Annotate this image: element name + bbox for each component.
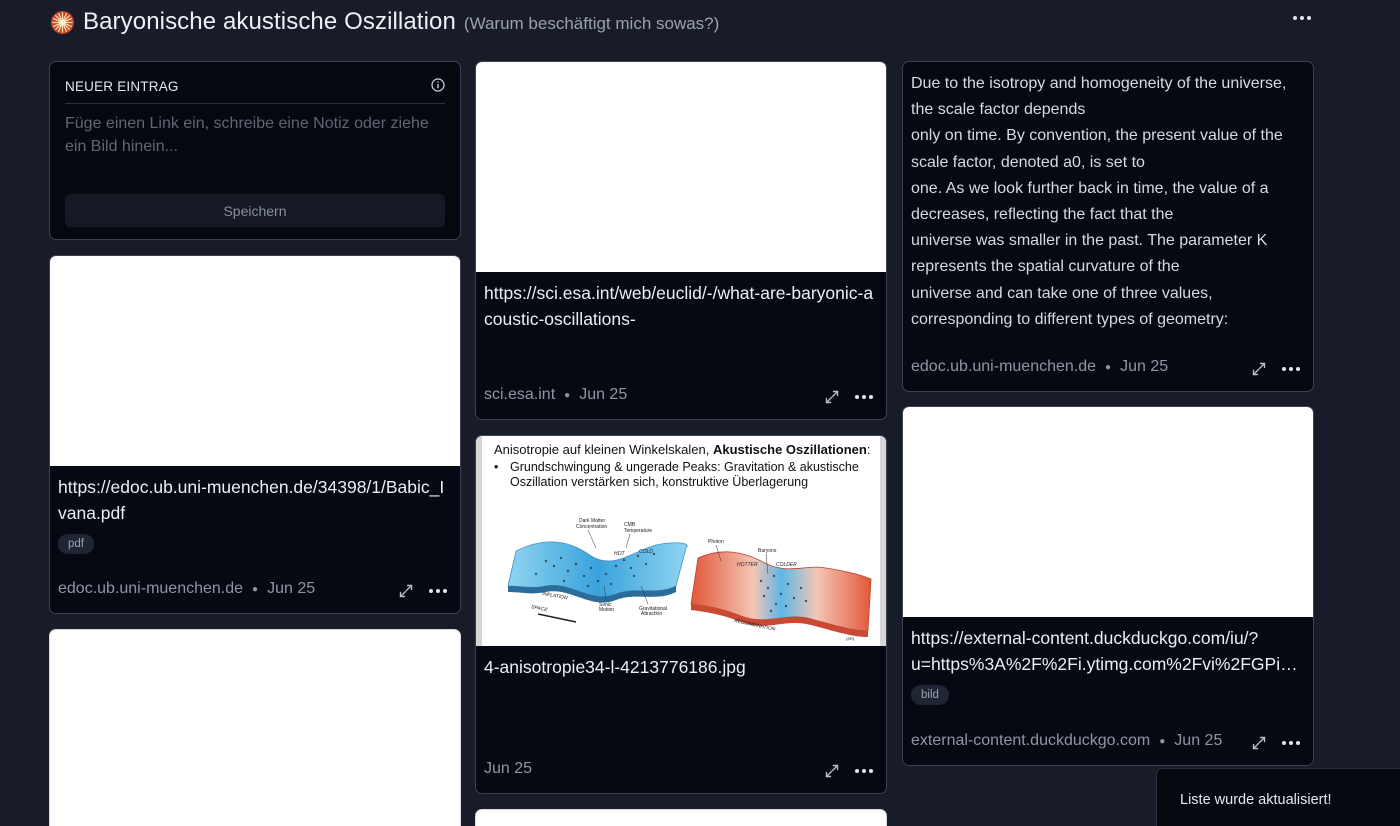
burst-logo-icon [50,10,75,35]
card-meta: Jun 25 [484,760,532,778]
svg-text:HOTTER: HOTTER [737,562,758,568]
card-source: external-content.duckduckgo.com [911,732,1151,749]
card-thumbnail [50,256,460,466]
svg-text:Attraction: Attraction [641,611,662,617]
meta-separator: ● [564,389,571,401]
more-button[interactable] [428,583,448,599]
note-line: universe was smaller in the past. The pa… [911,232,1268,276]
divider [65,103,445,104]
card-actions [1251,735,1301,751]
card-actions [824,763,874,779]
note-line: only on time. By convention, the present… [911,127,1283,171]
card-meta: sci.esa.int ● Jun 25 [484,386,627,404]
card-url-line1[interactable]: https://external-content.duckduckgo.com/… [903,617,1313,651]
card-meta: edoc.ub.uni-muenchen.de ● Jun 25 [911,358,1168,376]
svg-text:HOT: HOT [614,551,626,557]
svg-text:COLD: COLD [639,549,653,555]
svg-text:COLDER: COLDER [776,562,797,568]
card-date: Jun 25 [484,760,533,777]
new-entry-card: NEUER EINTRAG Speichern [49,61,461,240]
svg-text:Motion: Motion [599,607,614,613]
card-thumbnail [903,407,1313,617]
save-button[interactable]: Speichern [65,194,445,227]
svg-text:SPACE: SPACE [531,604,549,613]
note-text: Due to the isotropy and homogeneity of t… [903,62,1313,333]
page-subtitle: (Warum beschäftigt mich sowas?) [463,14,720,33]
card-date: Jun 25 [579,386,628,403]
svg-text:Temperature: Temperature [624,528,652,534]
note-line: one. As we look further back in time, th… [911,179,1269,224]
svg-text:Concentration: Concentration [576,524,607,530]
link-card-thumbnail-partial[interactable] [49,629,461,826]
more-button[interactable] [1281,735,1301,751]
card-actions [398,583,448,599]
card-date: Jun 25 [267,580,316,597]
card-url[interactable]: u=https%3A%2F%2Fi.ytimg.com%2Fvi%2FGPiQ.… [903,651,1313,677]
page-header: Baryonische akustische Oszillation (Waru… [50,4,720,35]
card-actions [824,389,874,405]
expand-icon[interactable] [1251,735,1267,751]
card-actions [1251,361,1301,377]
meta-separator: ● [1159,735,1166,747]
page-title: Baryonische akustische Oszillation [83,8,456,35]
card-source: sci.esa.int [484,386,556,403]
type-tag: pdf [58,534,94,554]
expand-icon[interactable] [824,389,840,405]
card-meta: edoc.ub.uni-muenchen.de ● Jun 25 [58,580,315,598]
more-dot [1300,16,1304,20]
more-dot [1307,16,1311,20]
image-card-anisotropy[interactable]: Anisotropie auf kleinen Winkelskalen, Ak… [475,435,887,794]
header-more-button[interactable] [1288,8,1316,28]
svg-text:Baryons: Baryons [758,548,777,554]
card-thumbnail [476,62,886,272]
link-card-esa[interactable]: https://sci.esa.int/web/euclid/-/what-ar… [475,61,887,420]
expand-icon[interactable] [1251,361,1267,377]
card-date: Jun 25 [1174,732,1223,749]
expand-icon[interactable] [398,583,414,599]
more-button[interactable] [854,763,874,779]
meta-separator: ● [1105,361,1112,373]
card-url[interactable]: https://sci.esa.int/web/euclid/-/what-ar… [476,272,886,332]
new-entry-label: NEUER EINTRAG [65,79,179,94]
link-card-thumbnail-partial[interactable] [475,809,887,826]
card-meta: external-content.duckduckgo.com ● Jun 25 [911,732,1222,750]
toast-notification: Liste wurde aktualisiert! [1156,768,1400,826]
more-button[interactable] [854,389,874,405]
note-line: Due to the isotropy and homogeneity of t… [911,75,1287,119]
card-source: edoc.ub.uni-muenchen.de [911,358,1097,375]
expand-icon[interactable] [824,763,840,779]
card-filename[interactable]: 4-anisotropie34-l-4213776186.jpg [476,646,886,680]
more-dot [1293,16,1297,20]
card-source: edoc.ub.uni-muenchen.de [58,580,244,597]
type-tag: bild [911,685,949,705]
link-card-duckduckgo[interactable]: https://external-content.duckduckgo.com/… [902,406,1314,766]
toast-text: Liste wurde aktualisiert! [1180,792,1332,808]
card-url[interactable]: https://edoc.ub.uni-muenchen.de/34398/1/… [50,466,460,526]
link-card-pdf[interactable]: https://edoc.ub.uni-muenchen.de/34398/1/… [49,255,461,614]
slide-image: Anisotropie auf kleinen Winkelskalen, Ak… [476,436,886,646]
info-icon[interactable] [431,78,445,92]
svg-text:(SR): (SR) [846,636,855,641]
new-entry-input[interactable] [65,112,435,172]
note-line: universe and can take one of three value… [911,284,1229,328]
card-date: Jun 25 [1120,358,1169,375]
more-button[interactable] [1281,361,1301,377]
svg-text:Photon: Photon [708,539,724,545]
acoustic-oscillation-illustration: Dark Matter Concentration CMB Temperatur… [476,436,886,646]
meta-separator: ● [252,583,259,595]
note-card[interactable]: Due to the isotropy and homogeneity of t… [902,61,1314,392]
